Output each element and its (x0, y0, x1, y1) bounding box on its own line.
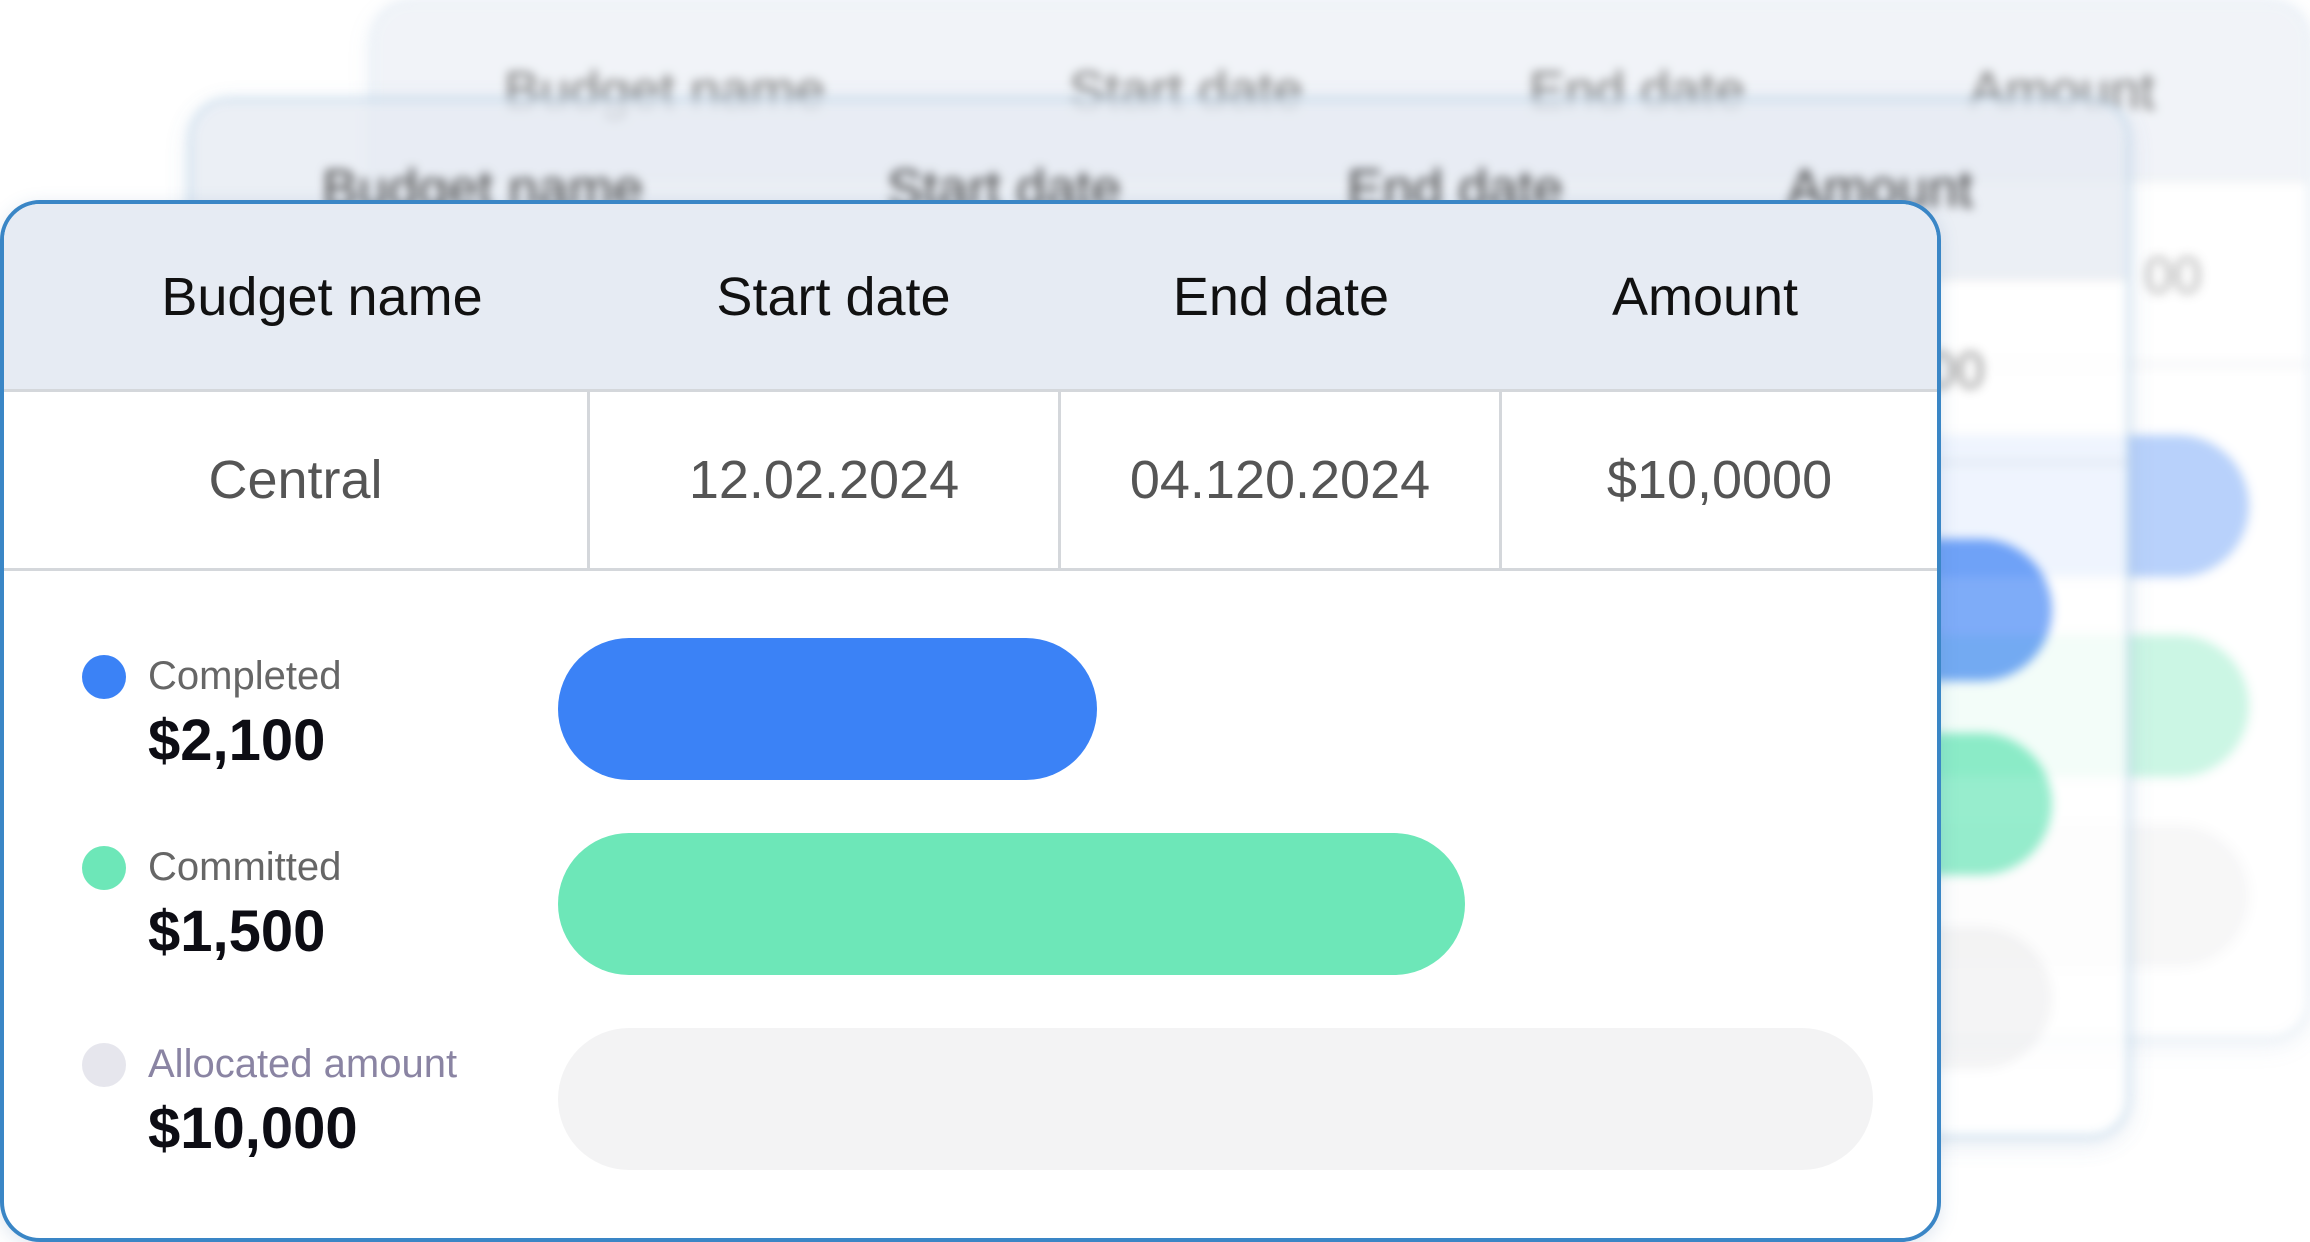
allocated-dot-icon (82, 1042, 126, 1087)
header-end-date: End date (1172, 266, 1390, 327)
start-date-cell: 12.02.2024 (587, 392, 1058, 568)
end-date-cell: 04.120.2024 (1058, 392, 1499, 568)
header-amount: Amount (1611, 266, 1799, 327)
committed-dot-icon (82, 845, 126, 890)
header-start-date: Start date (716, 266, 951, 327)
allocated-bar (558, 1028, 1873, 1170)
amount-value: 00 (2144, 247, 2202, 305)
table-header: Budget name Start date End date Amount (4, 204, 1937, 389)
budget-cards-stack: Budget name Start date End date Amount 0… (0, 0, 2310, 1242)
allocated-value: $10,000 (148, 1096, 358, 1161)
allocated-label: Allocated amount (148, 1042, 458, 1086)
completed-dot-icon (82, 654, 126, 699)
budget-name-cell: Central (208, 450, 383, 510)
legend-committed: Committed $1,500 (82, 845, 341, 964)
budget-card: Budget name Start date End date Amount C… (0, 200, 1941, 1242)
legend-completed: Completed $2,100 (82, 654, 341, 773)
committed-bar (558, 833, 1465, 975)
legend-allocated: Allocated amount $10,000 (82, 1042, 457, 1161)
amount-cell: $10,0000 (1499, 392, 1937, 568)
committed-value: $1,500 (148, 899, 326, 964)
table-row: Central 12.02.2024 04.120.2024 $10,0000 (4, 389, 1937, 571)
completed-label: Completed (148, 654, 342, 698)
header-budget-name: Budget name (161, 266, 483, 327)
completed-bar (558, 638, 1097, 780)
completed-value: $2,100 (148, 708, 326, 773)
committed-label: Committed (148, 845, 342, 889)
